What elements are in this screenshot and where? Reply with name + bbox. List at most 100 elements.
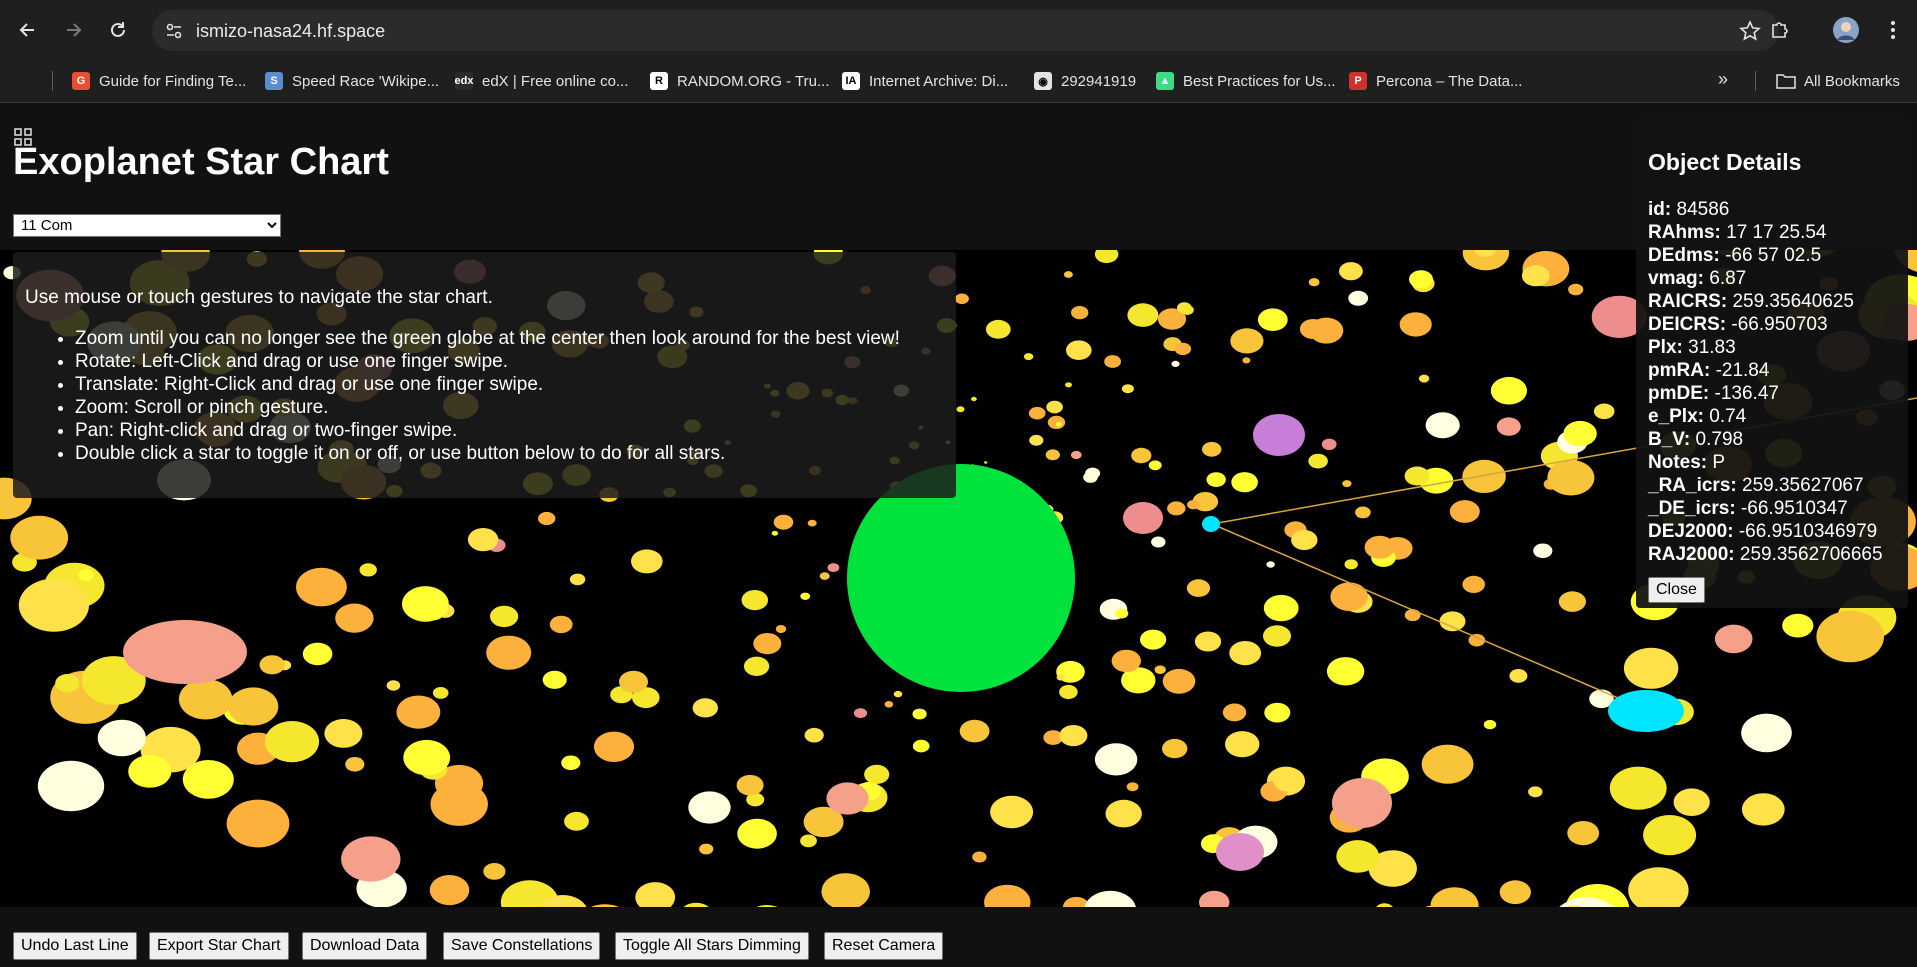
star[interactable] (1309, 317, 1344, 344)
star[interactable] (1321, 438, 1337, 450)
toggle-all-stars-dimming-button[interactable]: Toggle All Stars Dimming (615, 932, 809, 960)
star[interactable] (18, 578, 89, 632)
star[interactable] (1029, 434, 1044, 446)
star[interactable] (490, 605, 519, 628)
star[interactable] (1174, 342, 1192, 356)
star[interactable] (990, 795, 1034, 829)
star[interactable] (402, 586, 449, 622)
star[interactable] (853, 708, 868, 719)
star[interactable] (1355, 506, 1371, 519)
star[interactable] (1257, 308, 1288, 331)
star[interactable] (1425, 412, 1460, 439)
star[interactable] (1449, 500, 1480, 523)
star[interactable] (228, 687, 279, 726)
star[interactable] (1741, 793, 1785, 826)
star[interactable] (335, 603, 374, 633)
all-bookmarks-link[interactable]: All Bookmarks (1776, 69, 1900, 93)
star[interactable] (341, 836, 401, 882)
star[interactable] (259, 655, 285, 675)
star[interactable] (954, 293, 969, 305)
star[interactable] (1439, 611, 1466, 632)
star[interactable] (1673, 788, 1710, 816)
star[interactable] (1344, 559, 1358, 570)
star[interactable] (467, 528, 499, 552)
star[interactable] (1336, 840, 1380, 873)
star[interactable] (1263, 625, 1291, 647)
star[interactable] (1045, 449, 1060, 461)
star[interactable] (773, 514, 794, 530)
star[interactable] (1623, 647, 1679, 689)
star[interactable] (1342, 480, 1352, 488)
star[interactable] (984, 461, 988, 464)
star[interactable] (1326, 657, 1365, 686)
star[interactable] (1131, 447, 1152, 464)
star[interactable] (971, 396, 977, 402)
browser-menu-button[interactable] (1875, 12, 1911, 48)
star[interactable] (1199, 890, 1230, 907)
star[interactable] (1186, 579, 1211, 597)
star[interactable] (1816, 610, 1884, 663)
star[interactable] (1231, 472, 1258, 493)
star[interactable] (1399, 312, 1432, 337)
star[interactable] (1111, 649, 1142, 673)
star[interactable] (635, 882, 676, 907)
star[interactable] (1140, 629, 1167, 650)
star[interactable] (1266, 561, 1275, 568)
star[interactable] (1483, 719, 1497, 730)
star[interactable] (1121, 384, 1134, 394)
star[interactable] (123, 620, 247, 684)
star[interactable] (1071, 306, 1089, 320)
star[interactable] (1563, 420, 1597, 447)
star[interactable] (743, 656, 770, 676)
star[interactable] (432, 687, 449, 699)
star[interactable] (1230, 328, 1264, 354)
star[interactable] (302, 642, 333, 666)
star[interactable] (1023, 353, 1034, 361)
star[interactable] (1154, 665, 1166, 674)
star[interactable] (430, 782, 488, 826)
more-bookmarks-chevron-icon[interactable]: » (1718, 69, 1728, 90)
star[interactable] (1162, 668, 1196, 694)
star[interactable] (324, 719, 363, 748)
star[interactable] (97, 719, 146, 757)
star[interactable] (1063, 271, 1073, 278)
star[interactable] (619, 670, 648, 693)
star[interactable] (1593, 403, 1615, 420)
star[interactable] (386, 680, 401, 691)
star[interactable] (1421, 744, 1474, 784)
star[interactable] (804, 727, 824, 743)
star[interactable] (1490, 376, 1527, 405)
star[interactable] (1509, 669, 1528, 683)
bookmark-item[interactable]: ▲ Best Practices for Us... (1156, 69, 1336, 93)
star[interactable] (1104, 355, 1121, 368)
star[interactable] (807, 519, 817, 527)
star[interactable] (1499, 880, 1531, 905)
star[interactable] (692, 698, 718, 718)
star[interactable] (1070, 450, 1082, 460)
star[interactable] (912, 708, 927, 720)
star[interactable] (10, 515, 69, 560)
star[interactable] (483, 863, 506, 880)
star[interactable] (737, 818, 777, 849)
star[interactable] (800, 592, 811, 600)
star[interactable] (564, 811, 589, 831)
star[interactable] (1123, 502, 1163, 534)
star[interactable] (1222, 703, 1247, 722)
star[interactable] (1028, 406, 1046, 420)
star[interactable] (1127, 303, 1159, 327)
bookmark-item[interactable]: R RANDOM.ORG - Tru... (650, 69, 830, 93)
star[interactable] (1056, 674, 1066, 681)
star[interactable] (1496, 417, 1521, 436)
star[interactable] (403, 739, 451, 776)
star[interactable] (1187, 500, 1200, 510)
star[interactable] (1105, 799, 1142, 828)
star[interactable] (1263, 594, 1299, 622)
reset-camera-button[interactable]: Reset Camera (824, 932, 944, 960)
star[interactable] (561, 755, 581, 771)
star[interactable] (1609, 766, 1667, 810)
star[interactable] (1083, 471, 1098, 483)
star[interactable] (55, 674, 80, 693)
star[interactable] (800, 834, 817, 848)
star[interactable] (1046, 400, 1063, 414)
star[interactable] (78, 569, 94, 581)
